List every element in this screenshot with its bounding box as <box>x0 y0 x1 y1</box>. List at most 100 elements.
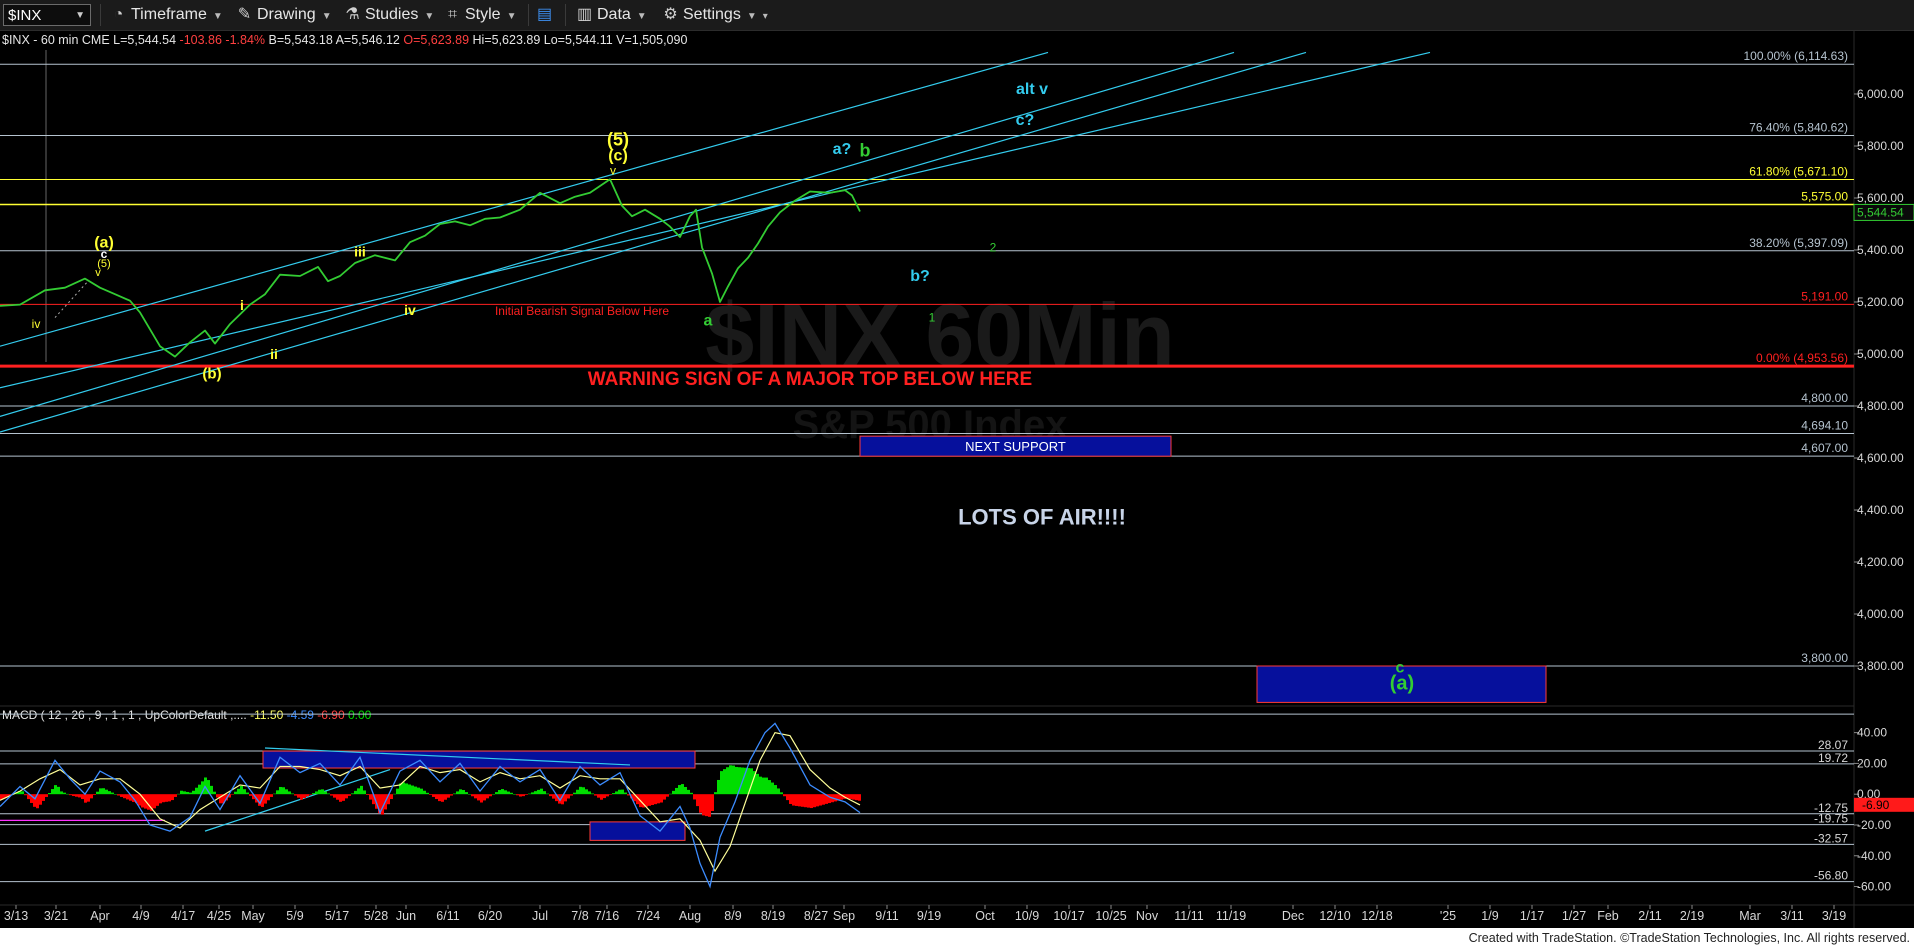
macd-histogram-bar <box>657 794 660 804</box>
macd-histogram-bar <box>534 791 537 795</box>
macd-histogram-bar <box>486 794 489 799</box>
price-change-pct: -1.84% <box>225 33 268 47</box>
macd-histogram-bar <box>564 794 567 802</box>
macd-histogram-bar <box>420 788 423 795</box>
macd-histogram-bar <box>288 791 291 795</box>
wave-annotation: c? <box>1016 112 1035 129</box>
x-tick-label: 3/11 <box>1780 909 1803 923</box>
macd-histogram-bar <box>393 793 396 795</box>
macd-histogram-bar <box>540 788 543 795</box>
macd-histogram-bar <box>237 788 240 795</box>
macd-histogram-bar <box>126 794 129 800</box>
macd-histogram-bar <box>450 794 453 796</box>
macd-histogram-bar <box>777 788 780 795</box>
footer: Created with TradeStation. ©TradeStation… <box>0 928 1914 950</box>
macd-histogram-bar <box>543 791 546 795</box>
macd-histogram-bar <box>264 794 267 804</box>
macd-histogram-bar <box>660 794 663 803</box>
macd-histogram-bar <box>396 788 399 795</box>
wave-annotation: iv <box>404 302 416 318</box>
macd-histogram-bar <box>765 777 768 795</box>
macd-histogram-bar <box>219 794 222 804</box>
macd-histogram-bar <box>276 790 279 795</box>
macd-histogram-bar <box>495 792 498 795</box>
macd-histogram-bar <box>303 794 306 799</box>
x-tick-label: 8/27 <box>804 909 828 923</box>
y-tick-label: 4,200.00 <box>1857 555 1904 569</box>
x-tick-label: 4/17 <box>171 909 195 923</box>
wave-annotation: i <box>240 297 244 313</box>
macd-histogram-bar <box>615 791 618 795</box>
macd-histogram-bar <box>804 794 807 808</box>
macd-histogram-bar <box>192 790 195 795</box>
macd-histogram-bar <box>195 787 198 795</box>
macd-histogram-bar <box>474 794 477 799</box>
x-tick-label: Apr <box>90 909 109 923</box>
macd-histogram-bar <box>123 794 126 799</box>
macd-histogram-bar <box>258 794 261 806</box>
macd-histogram-bar <box>453 793 456 795</box>
x-tick-label: '25 <box>1440 909 1456 923</box>
macd-value: -6.90 <box>317 708 348 722</box>
macd-histogram-bar <box>801 794 804 807</box>
macd-histogram-bar <box>168 794 171 802</box>
macd-histogram-bar <box>618 789 621 795</box>
macd-histogram-bar <box>417 787 420 795</box>
wave-annotation: iii <box>354 244 366 260</box>
macd-histogram-bar <box>816 794 819 807</box>
macd-histogram-bar <box>807 794 810 808</box>
macd-histogram-bar <box>336 794 339 800</box>
wave-annotation: a <box>704 312 713 329</box>
macd-histogram-bar <box>504 790 507 795</box>
macd-histogram-bar <box>849 794 852 800</box>
x-tick-label: 5/9 <box>286 909 303 923</box>
macd-histogram-bar <box>45 794 48 797</box>
macd-histogram-bar <box>78 794 81 798</box>
macd-histogram-bar <box>720 771 723 795</box>
next-support-label: NEXT SUPPORT <box>965 439 1066 454</box>
macd-value: MACD ( 12 , 26 , 9 , 1 , 1 , UpColorDefa… <box>2 708 250 722</box>
macd-histogram-bar <box>699 794 702 813</box>
macd-histogram-bar <box>567 794 570 799</box>
x-tick-label: 11/19 <box>1216 909 1246 923</box>
y-tick-label: 5,400.00 <box>1857 243 1904 257</box>
macd-histogram-bar <box>54 785 57 795</box>
macd-histogram-bar <box>798 794 801 807</box>
x-tick-label: 12/18 <box>1361 909 1392 923</box>
wave-annotation: LOTS OF AIR!!!! <box>958 504 1126 529</box>
price-chart[interactable]: $INX - 60 min CME L=5,544.54 -103.86 -1.… <box>0 0 1914 950</box>
macd-histogram-bar <box>714 792 717 795</box>
x-tick-label: May <box>241 909 265 923</box>
wave-annotation: v <box>95 267 101 279</box>
macd-histogram-bar <box>735 766 738 795</box>
macd-histogram-bar <box>441 794 444 802</box>
y-tick-label: 4,800.00 <box>1857 399 1904 413</box>
macd-histogram-bar <box>423 790 426 795</box>
wave-annotation: (c) <box>608 147 628 164</box>
y-tick-label: 5,000.00 <box>1857 347 1904 361</box>
last-price-tag-label: 5,544.54 <box>1857 205 1904 219</box>
macd-histogram-bar <box>789 794 792 804</box>
macd-histogram-bar <box>711 794 714 811</box>
macd-value: -11.50 <box>250 708 286 722</box>
macd-histogram-bar <box>573 792 576 795</box>
x-tick-label: 5/28 <box>364 909 388 923</box>
macd-histogram-bar <box>792 794 795 806</box>
high-price: Hi=5,623.89 <box>473 33 544 47</box>
macd-histogram-bar <box>240 785 243 795</box>
macd-histogram-bar <box>834 794 837 802</box>
x-tick-label: Dec <box>1282 909 1304 923</box>
macd-histogram-bar <box>783 794 786 797</box>
macd-histogram-bar <box>708 794 711 817</box>
macd-histogram-bar <box>198 784 201 795</box>
macd-histogram-bar <box>267 794 270 801</box>
macd-histogram-bar <box>663 794 666 800</box>
macd-histogram-bar <box>570 794 573 796</box>
macd-histogram-bar <box>360 785 363 795</box>
macd-histogram-bar <box>324 791 327 795</box>
macd-histogram-bar <box>243 789 246 795</box>
x-tick-label: 6/20 <box>478 909 502 923</box>
macd-histogram-bar <box>138 794 141 806</box>
macd-histogram-bar <box>552 794 555 799</box>
level-label: 4,800.00 <box>1801 391 1848 405</box>
